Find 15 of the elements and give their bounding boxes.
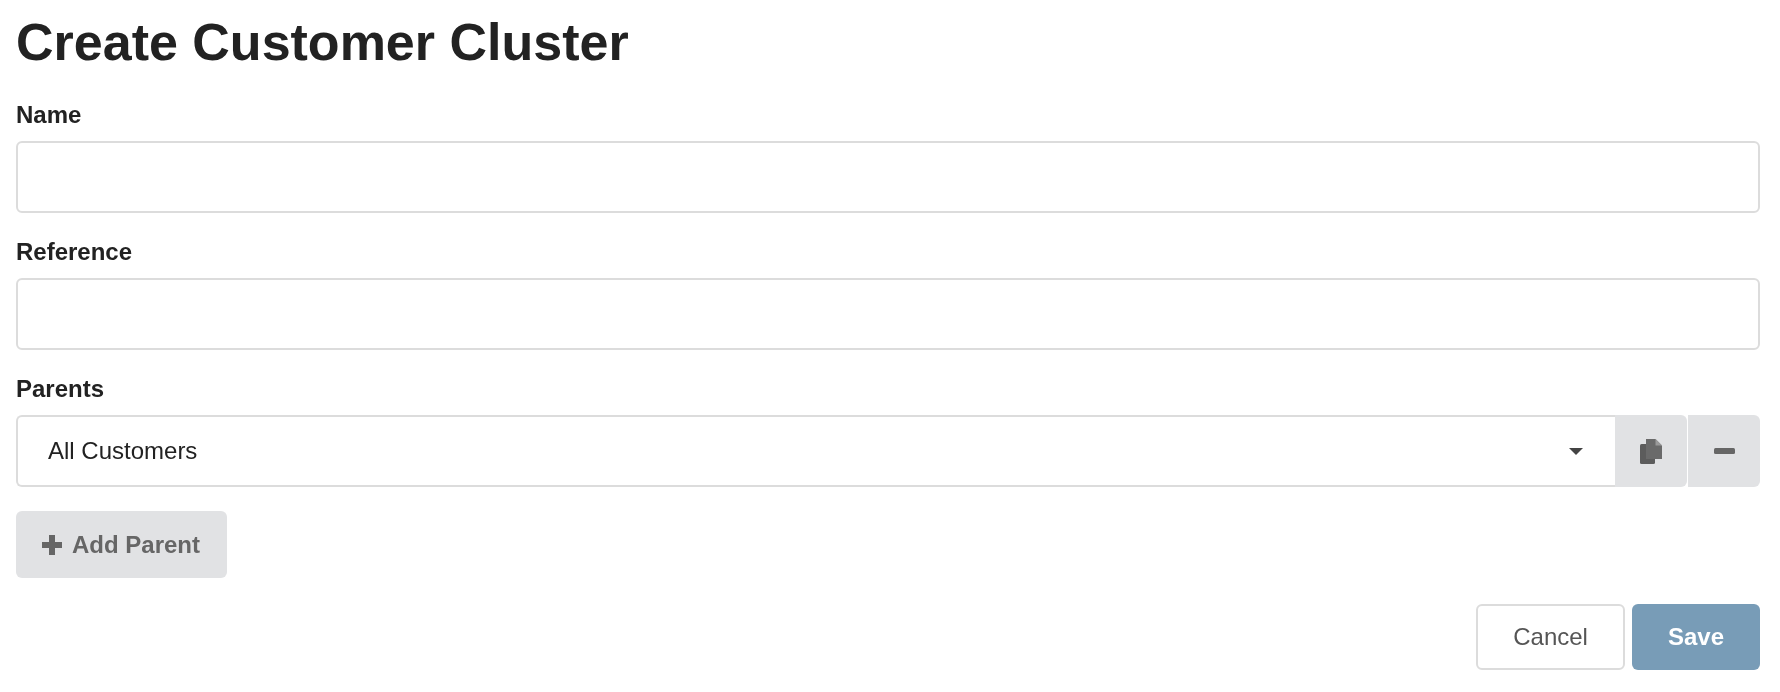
page-title: Create Customer Cluster <box>16 12 630 72</box>
field-label: Name <box>16 100 83 129</box>
field-label: Parents <box>16 374 106 403</box>
field-label: Reference <box>16 237 134 266</box>
plus-icon <box>42 534 62 555</box>
add-parent-button[interactable]: Add Parent <box>16 511 227 578</box>
remove-button[interactable] <box>1688 415 1760 487</box>
input-field[interactable] <box>16 278 1760 350</box>
copy-button[interactable] <box>1615 415 1687 487</box>
copy-icon <box>1640 438 1662 464</box>
minus-icon <box>1713 448 1735 454</box>
cancel-button[interactable]: Cancel <box>1476 604 1625 670</box>
parent-select[interactable]: All Customers <box>16 415 1615 487</box>
input-field[interactable] <box>16 141 1760 213</box>
caret-icon <box>1569 447 1583 455</box>
